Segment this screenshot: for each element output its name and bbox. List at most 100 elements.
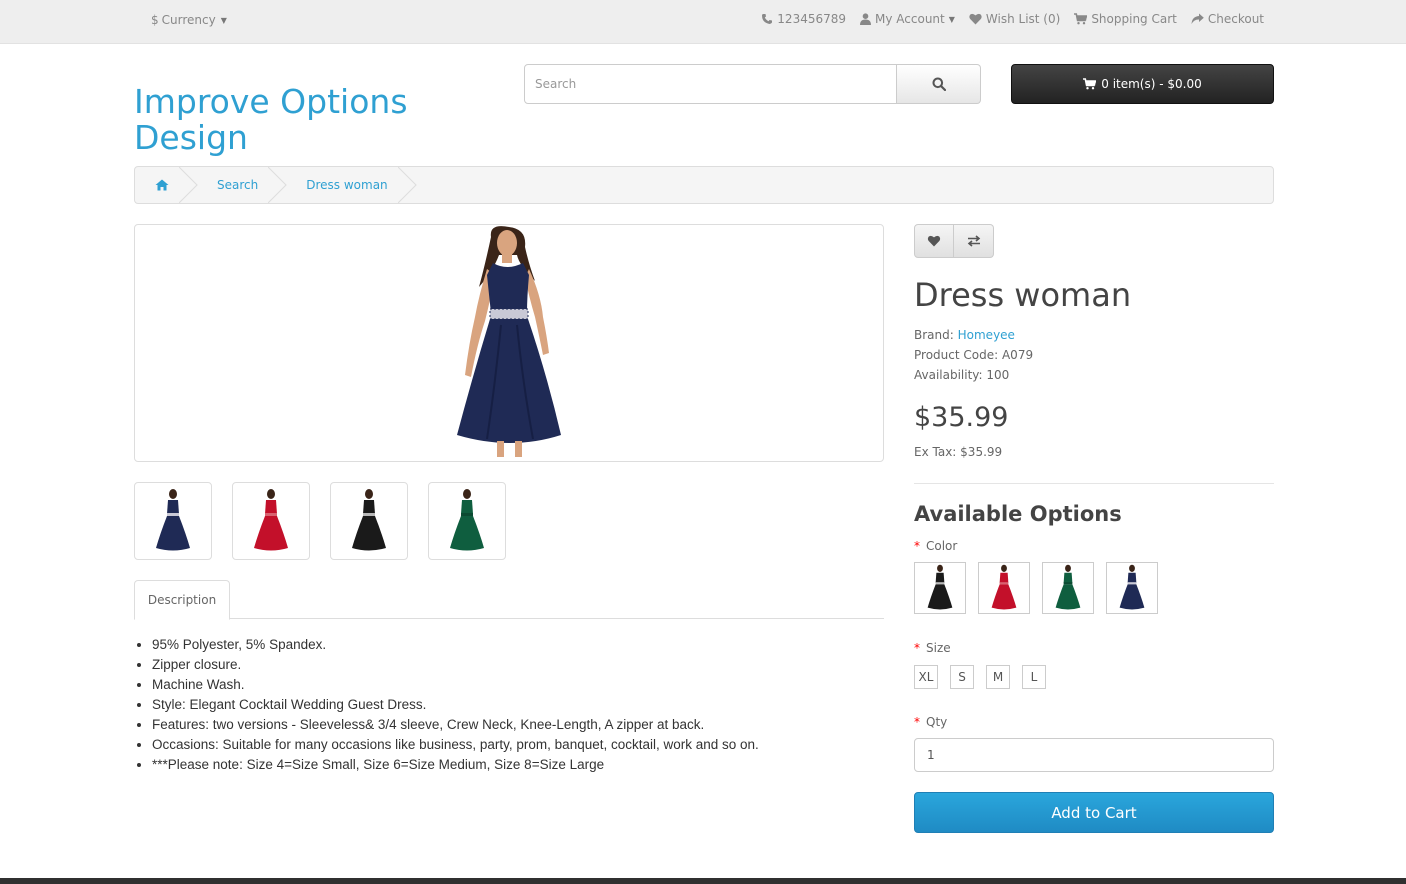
color-swatch-red[interactable] [978,562,1030,614]
store-logo[interactable]: Improve Options Design [134,84,434,156]
shopping-cart-link[interactable]: Shopping Cart [1074,12,1177,26]
breadcrumb-label: Dress woman [306,178,388,192]
tab-description[interactable]: Description [134,580,230,620]
chevron-down-icon: ▼ [220,15,227,25]
phone-number: 123456789 [777,12,847,26]
product-meta: Brand: Homeyee Product Code: A079 Availa… [914,325,1033,385]
product-action-buttons [914,224,994,258]
availability-value: 100 [986,368,1010,382]
brand-link[interactable]: Homeyee [958,328,1015,342]
breadcrumb-product[interactable]: Dress woman [278,167,417,203]
search-icon [932,77,946,91]
size-option-m[interactable]: M [986,665,1010,689]
breadcrumb: Search Dress woman [134,166,1274,204]
heart-icon [927,235,941,247]
required-mark: * [914,539,920,553]
product-code-value: A079 [1001,348,1034,362]
dress-thumbnail-image [352,489,386,551]
availability-row: Availability: 100 [914,365,1033,385]
dress-swatch-image [927,564,953,610]
main-product-image[interactable] [134,224,884,462]
list-item: Machine Wash. [152,675,882,695]
cart-button[interactable]: 0 item(s) - $0.00 [1011,64,1274,104]
list-item: 95% Polyester, 5% Spandex. [152,635,882,655]
dress-image [457,226,561,457]
dress-swatch-image [991,564,1017,610]
phone-link[interactable]: 123456789 [761,12,846,26]
phone-icon [762,14,773,24]
description-list: 95% Polyester, 5% Spandex. Zipper closur… [152,635,882,775]
thumbnail-navy[interactable] [134,482,212,560]
thumbnail-green[interactable] [428,482,506,560]
shopping-cart-label: Shopping Cart [1091,12,1177,26]
color-swatches [914,562,1158,614]
top-bar: $ Currency ▼ 123456789 My Account ▼ Wish… [0,0,1406,44]
wish-list-label: Wish List (0) [985,12,1061,26]
ex-tax-value: $35.99 [960,445,1003,459]
cart-icon [1074,13,1088,25]
wish-list-link[interactable]: Wish List (0) [969,12,1060,26]
ex-tax-label: Ex Tax: [914,445,957,459]
required-mark: * [914,641,920,655]
share-icon [1191,13,1204,24]
brand-label: Brand: [914,328,954,342]
exchange-icon [967,235,980,247]
qty-label: Qty [926,715,948,729]
currency-label: Currency [161,13,216,27]
product-title: Dress woman [914,276,1132,314]
dress-thumbnail-image [450,489,484,551]
ex-tax: Ex Tax: $35.99 [914,445,1002,459]
breadcrumb-search[interactable]: Search [189,167,287,203]
product-tabs: Description [134,580,884,620]
my-account-link[interactable]: My Account ▼ [860,12,955,26]
brand-row: Brand: Homeyee [914,325,1033,345]
size-option-label: * Size [914,641,951,655]
search-button[interactable] [897,64,981,104]
currency-dropdown[interactable]: $ Currency ▼ [151,13,227,27]
size-option-xl[interactable]: XL [914,665,938,689]
dress-thumbnail-image [254,489,288,551]
checkout-label: Checkout [1207,12,1264,26]
list-item: ***Please note: Size 4=Size Small, Size … [152,755,882,775]
size-option-s[interactable]: S [950,665,974,689]
add-to-wishlist-button[interactable] [914,224,954,258]
required-mark: * [914,715,920,729]
size-option-l[interactable]: L [1022,665,1046,689]
heart-icon [969,13,982,25]
dress-thumbnail-image [156,489,190,551]
product-price: $35.99 [914,402,1009,433]
checkout-link[interactable]: Checkout [1191,12,1264,26]
product-code-label: Product Code: [914,348,999,362]
list-item: Occasions: Suitable for many occasions l… [152,735,882,755]
add-to-cart-button[interactable]: Add to Cart [914,792,1274,833]
color-label: Color [926,539,958,553]
list-item: Zipper closure. [152,655,882,675]
search-bar [524,64,981,104]
search-input[interactable] [524,64,897,104]
color-option-label: * Color [914,539,957,553]
footer-bar [0,878,1406,884]
my-account-label: My Account [875,12,945,26]
home-icon [155,179,169,191]
list-item: Features: two versions - Sleeveless& 3/4… [152,715,882,735]
thumbnail-red[interactable] [232,482,310,560]
breadcrumb-label: Search [217,178,259,192]
compare-button[interactable] [954,224,994,258]
color-swatch-black[interactable] [914,562,966,614]
cart-icon [1083,78,1097,90]
thumbnail-strip [134,482,506,560]
divider [914,483,1274,484]
breadcrumb-separator [397,167,417,203]
color-swatch-green[interactable] [1042,562,1094,614]
chevron-down-icon: ▼ [948,14,955,24]
dress-swatch-image [1119,564,1145,610]
dress-swatch-image [1055,564,1081,610]
availability-label: Availability: [914,368,983,382]
thumbnail-black[interactable] [330,482,408,560]
breadcrumb-home[interactable] [135,167,198,203]
qty-option-label: * Qty [914,715,947,729]
color-swatch-navy[interactable] [1106,562,1158,614]
quantity-input[interactable] [914,738,1274,772]
product-code-row: Product Code: A079 [914,345,1033,365]
top-links: 123456789 My Account ▼ Wish List (0) Sho… [761,12,1264,26]
